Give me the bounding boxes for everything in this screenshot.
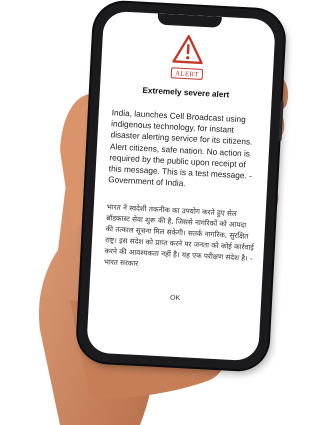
alert-message-hindi: भारत ने स्वदेशी तकनीक का उपयोग करते हुए … bbox=[103, 202, 255, 268]
warning-triangle-icon bbox=[172, 35, 203, 65]
alert-message-english: India, launches Cell Broadcast using ind… bbox=[107, 107, 253, 189]
scene: ALERT Extremely severe alert India, laun… bbox=[0, 0, 293, 425]
smartphone: ALERT Extremely severe alert India, laun… bbox=[76, 1, 286, 371]
phone-screen: ALERT Extremely severe alert India, laun… bbox=[86, 10, 276, 362]
alert-title: Extremely severe alert bbox=[142, 85, 230, 100]
phone-notch bbox=[157, 13, 222, 28]
ok-button[interactable]: OK bbox=[157, 294, 193, 303]
alert-badge: ALERT bbox=[170, 67, 204, 80]
